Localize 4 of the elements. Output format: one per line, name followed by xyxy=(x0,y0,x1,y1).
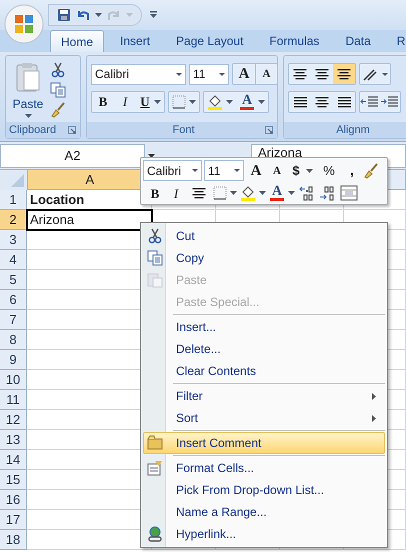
group-label: Font xyxy=(172,123,194,137)
group-label: Alignm xyxy=(336,123,370,137)
selected-cell: Arizona xyxy=(27,210,152,230)
group-label: Clipboard xyxy=(9,123,56,137)
